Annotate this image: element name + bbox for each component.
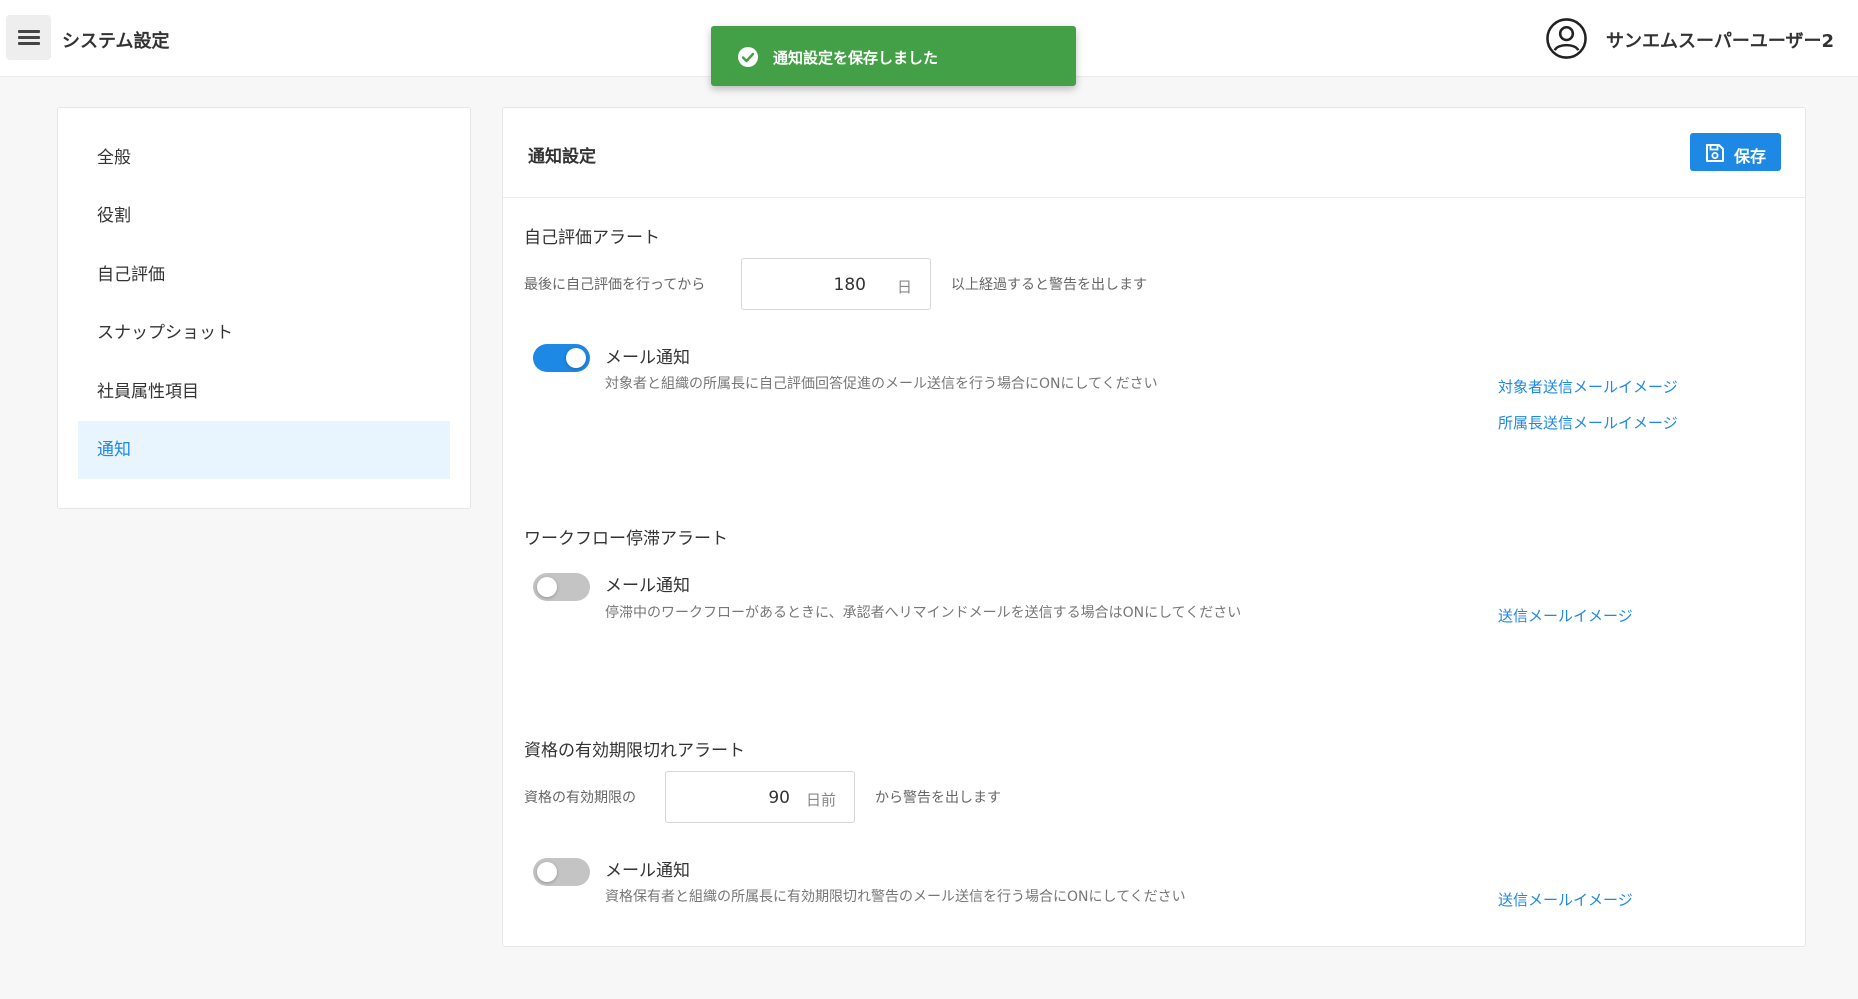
sidebar-item-self-evaluation[interactable]: 自己評価 — [78, 246, 450, 304]
settings-sidebar: 全般 役割 自己評価 スナップショット 社員属性項目 通知 — [57, 107, 471, 509]
qualification-prefix: 資格の有効期限の — [524, 790, 636, 806]
hamburger-menu-button[interactable] — [6, 15, 51, 60]
qualification-alert-title: 資格の有効期限切れアラート — [524, 741, 745, 761]
notification-settings-card: 通知設定 保存 自己評価アラート 最後に自己評価を行ってから 180 日 以上経… — [502, 107, 1806, 947]
account-icon[interactable] — [1545, 17, 1588, 60]
workflow-mail-preview-link[interactable]: 送信メールイメージ — [1498, 605, 1633, 626]
page-title: システム設定 — [62, 31, 170, 52]
qualification-days-unit: 日前 — [805, 791, 836, 809]
sidebar-item-employee-attributes[interactable]: 社員属性項目 — [78, 363, 450, 421]
save-icon — [1706, 144, 1724, 162]
menu-icon-line — [18, 30, 40, 33]
save-button-label: 保存 — [1734, 147, 1767, 166]
toggle-knob — [566, 348, 586, 368]
qualification-suffix: から警告を出します — [875, 790, 1001, 806]
success-toast: 通知設定を保存しました — [711, 26, 1076, 86]
qualification-days-value: 90 — [768, 788, 790, 808]
self-eval-mail-desc: 対象者と組織の所属長に自己評価回答促進のメール送信を行う場合にONにしてください — [605, 376, 1158, 392]
sidebar-item-roles[interactable]: 役割 — [78, 187, 450, 245]
qualification-mail-toggle[interactable] — [533, 858, 590, 886]
self-eval-mail-title: メール通知 — [605, 348, 690, 368]
self-eval-suffix: 以上経過すると警告を出します — [951, 277, 1147, 293]
menu-icon-line — [18, 36, 40, 39]
toggle-knob — [537, 577, 557, 597]
self-eval-days-value: 180 — [833, 275, 866, 295]
menu-icon-line — [18, 42, 40, 45]
toggle-knob — [537, 862, 557, 882]
user-name[interactable]: サンエムスーパーユーザー2 — [1606, 27, 1834, 53]
toast-message: 通知設定を保存しました — [773, 49, 939, 67]
sidebar-item-general[interactable]: 全般 — [78, 129, 450, 187]
card-title: 通知設定 — [528, 147, 596, 167]
qualification-mail-desc: 資格保有者と組織の所属長に有効期限切れ警告のメール送信を行う場合にONにしてくだ… — [605, 889, 1186, 905]
card-header: 通知設定 保存 — [503, 108, 1805, 198]
workflow-mail-toggle[interactable] — [533, 573, 590, 601]
self-eval-prefix: 最後に自己評価を行ってから — [524, 277, 706, 293]
qualification-days-input[interactable]: 90 日前 — [665, 771, 855, 823]
self-eval-alert-title: 自己評価アラート — [524, 228, 660, 248]
self-eval-days-unit: 日 — [896, 278, 912, 296]
sidebar-item-notifications[interactable]: 通知 — [78, 421, 450, 479]
workflow-mail-title: メール通知 — [605, 576, 690, 596]
save-button[interactable]: 保存 — [1690, 133, 1781, 171]
self-eval-mail-toggle[interactable] — [533, 344, 590, 372]
target-mail-preview-link[interactable]: 対象者送信メールイメージ — [1498, 376, 1678, 397]
self-eval-days-input[interactable]: 180 日 — [741, 258, 931, 310]
workflow-mail-desc: 停滞中のワークフローがあるときに、承認者へリマインドメールを送信する場合はONに… — [605, 605, 1242, 621]
check-circle-icon — [738, 47, 758, 67]
manager-mail-preview-link[interactable]: 所属長送信メールイメージ — [1498, 412, 1678, 433]
sidebar-item-snapshot[interactable]: スナップショット — [78, 304, 450, 362]
qualification-mail-title: メール通知 — [605, 861, 690, 881]
workflow-alert-title: ワークフロー停滞アラート — [524, 529, 728, 549]
qualification-mail-preview-link[interactable]: 送信メールイメージ — [1498, 889, 1633, 910]
